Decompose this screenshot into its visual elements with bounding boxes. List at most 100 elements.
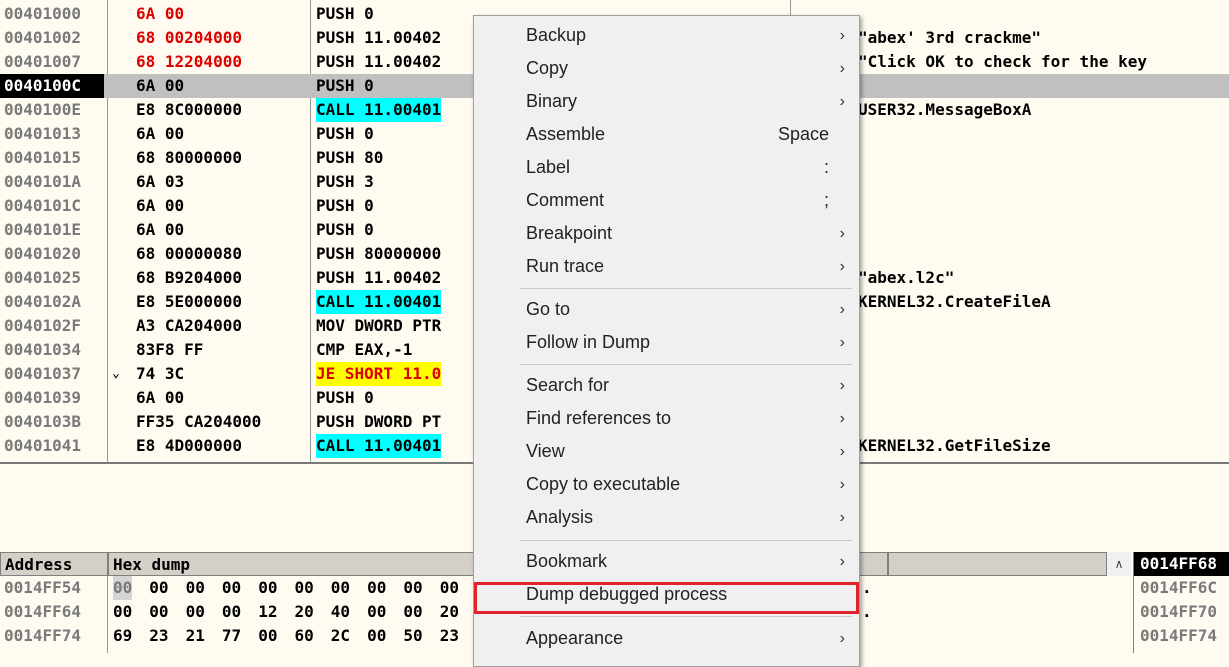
menu-item-run-trace[interactable]: Run trace ›: [474, 250, 859, 283]
dump-address: 0014FF74: [4, 626, 82, 645]
dump-byte[interactable]: 00: [367, 600, 386, 624]
instruction-text: PUSH 11.00402: [316, 52, 442, 71]
menu-item-follow-in-dump[interactable]: Follow in Dump ›: [474, 326, 859, 359]
instruction-text: JE SHORT 11.0: [316, 362, 442, 386]
menu-item-bookmark[interactable]: Bookmark ›: [474, 545, 859, 578]
dump-byte[interactable]: 00: [295, 576, 314, 600]
instruction-comment: KERNEL32.GetFileSize: [858, 436, 1051, 455]
menu-item-backup[interactable]: Backup ›: [474, 19, 859, 52]
dump-byte[interactable]: 00: [186, 600, 205, 624]
chevron-right-icon: ›: [839, 630, 845, 647]
chevron-right-icon: ›: [839, 258, 845, 275]
instruction-text: PUSH 3: [316, 172, 374, 191]
dump-byte[interactable]: 00: [113, 576, 133, 600]
menu-item-label: Binary: [526, 91, 578, 111]
instruction-text: PUSH DWORD PT: [316, 412, 442, 431]
menu-item-label: Bookmark: [526, 551, 608, 571]
chevron-right-icon: ›: [839, 410, 845, 427]
menu-item-label: Backup: [526, 25, 587, 45]
dump-byte[interactable]: 20: [440, 600, 459, 624]
instruction-bytes: 6A 00: [136, 220, 185, 239]
dump-byte[interactable]: 20: [295, 600, 314, 624]
instruction-text: CALL 11.00401: [316, 434, 442, 458]
stack-selected-address[interactable]: 0014FF68: [1134, 552, 1229, 576]
instruction-bytes: E8 5E000000: [136, 292, 242, 311]
dump-byte[interactable]: 77: [222, 624, 241, 648]
dump-byte[interactable]: 00: [367, 624, 386, 648]
dump-byte[interactable]: 00: [222, 600, 241, 624]
dump-byte[interactable]: 69: [113, 624, 132, 648]
dump-byte[interactable]: 00: [149, 600, 168, 624]
instruction-comment: "Click OK to check for the key: [858, 52, 1147, 71]
context-menu[interactable]: Backup › Copy › Binary › Assemble Space Label: Co…: [473, 15, 860, 667]
instruction-bytes: A3 CA204000: [136, 316, 242, 335]
instruction-address: 00401041: [4, 436, 82, 455]
instruction-address: 0040101A: [4, 172, 82, 191]
dump-byte[interactable]: 00: [222, 576, 241, 600]
instruction-address: 0040101C: [4, 196, 82, 215]
menu-item-binary[interactable]: Binary ›: [474, 85, 859, 118]
dump-byte[interactable]: 00: [186, 576, 205, 600]
dump-byte[interactable]: 00: [440, 576, 459, 600]
menu-item-find-references-to[interactable]: Find references to ›: [474, 402, 859, 435]
menu-separator: [520, 288, 852, 289]
instruction-text: CMP EAX,-1: [316, 340, 413, 359]
chevron-right-icon: ›: [839, 377, 845, 394]
dump-byte[interactable]: 40: [331, 600, 350, 624]
dump-byte[interactable]: 60: [295, 624, 314, 648]
stack-address[interactable]: 0014FF74: [1140, 626, 1217, 645]
menu-item-assemble[interactable]: Assemble Space: [474, 118, 859, 151]
chevron-right-icon: ›: [839, 60, 845, 77]
instruction-address: 00401013: [4, 124, 82, 143]
menu-item-label: Copy to executable: [526, 474, 681, 494]
instruction-address: 0040102F: [4, 316, 82, 335]
menu-item-view[interactable]: View ›: [474, 435, 859, 468]
chevron-right-icon: ›: [839, 476, 845, 493]
stack-address[interactable]: 0014FF70: [1140, 602, 1217, 621]
menu-item-label: Go to: [526, 299, 571, 319]
dump-byte[interactable]: 00: [258, 576, 277, 600]
dump-byte[interactable]: 00: [403, 576, 422, 600]
instruction-address: 00401037: [4, 364, 82, 383]
scroll-up-button[interactable]: ∧: [1107, 552, 1131, 576]
menu-item-comment[interactable]: Comment;: [474, 184, 859, 217]
dump-byte[interactable]: 00: [331, 576, 350, 600]
instruction-bytes: 6A 00: [136, 196, 185, 215]
chevron-right-icon: ›: [839, 301, 845, 318]
menu-item-breakpoint[interactable]: Breakpoint ›: [474, 217, 859, 250]
dump-byte[interactable]: 00: [258, 624, 277, 648]
menu-item-copy[interactable]: Copy ›: [474, 52, 859, 85]
dump-byte[interactable]: 00: [113, 600, 132, 624]
dump-byte[interactable]: 00: [403, 600, 422, 624]
instruction-address: 0040103B: [4, 412, 82, 431]
dump-address: 0014FF64: [4, 602, 82, 621]
dump-byte[interactable]: 23: [440, 624, 459, 648]
dump-byte[interactable]: 21: [186, 624, 205, 648]
menu-item-shortcut: :: [823, 157, 829, 177]
ascii-text: .: [862, 602, 872, 621]
dump-byte[interactable]: 2C: [331, 624, 350, 648]
chevron-right-icon: ›: [839, 443, 845, 460]
dump-byte[interactable]: 12: [258, 600, 277, 624]
stack-address[interactable]: 0014FF6C: [1140, 578, 1217, 597]
dump-byte[interactable]: 00: [149, 576, 168, 600]
stack-pane[interactable]: 0014FF68 0014FF6C 0014FF70 0014FF74: [1133, 552, 1229, 653]
dump-address: 0014FF54: [4, 578, 82, 597]
menu-item-label: Appearance: [526, 628, 624, 648]
menu-item-analysis[interactable]: Analysis ›: [474, 501, 859, 534]
dump-byte[interactable]: 23: [149, 624, 168, 648]
menu-item-label: View: [526, 441, 565, 461]
menu-item-label[interactable]: Label:: [474, 151, 859, 184]
dump-byte[interactable]: 50: [403, 624, 422, 648]
instruction-text: PUSH 11.00402: [316, 28, 442, 47]
menu-item-copy-to-executable[interactable]: Copy to executable ›: [474, 468, 859, 501]
address-column-header[interactable]: Address: [0, 552, 108, 576]
menu-item-appearance[interactable]: Appearance ›: [474, 622, 859, 655]
chevron-right-icon: ›: [839, 509, 845, 526]
instruction-text: MOV DWORD PTR: [316, 316, 442, 335]
ascii-column-header[interactable]: [888, 552, 1107, 576]
menu-item-go-to[interactable]: Go to ›: [474, 293, 859, 326]
menu-item-search-for[interactable]: Search for ›: [474, 369, 859, 402]
dump-byte[interactable]: 00: [367, 576, 386, 600]
instruction-address: 00401020: [4, 244, 82, 263]
